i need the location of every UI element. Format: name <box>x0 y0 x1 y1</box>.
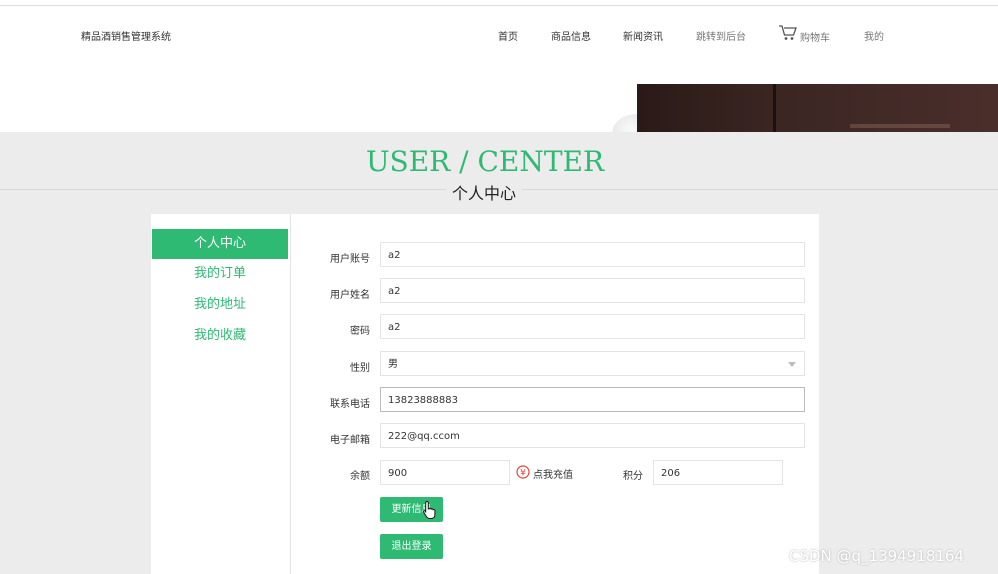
cart-icon <box>778 24 798 44</box>
phone-input[interactable]: 13823888883 <box>380 387 805 412</box>
phone-label: 联系电话 <box>330 399 370 410</box>
sidebar-item-favorites[interactable]: 我的收藏 <box>152 321 288 351</box>
cart-label: 购物车 <box>800 33 830 44</box>
password-label: 密码 <box>350 326 370 337</box>
recharge-link[interactable]: ¥ 点我充值 <box>516 465 573 482</box>
sidebar-item-orders[interactable]: 我的订单 <box>152 259 288 289</box>
name-input[interactable]: a2 <box>380 278 805 303</box>
email-input[interactable]: 222@qq.ccom <box>380 423 805 448</box>
recharge-label: 点我充值 <box>533 470 573 481</box>
top-border <box>0 5 998 6</box>
nav-products[interactable]: 商品信息 <box>551 28 591 43</box>
points-input[interactable]: 206 <box>653 460 783 485</box>
sidebar-item-address[interactable]: 我的地址 <box>152 290 288 320</box>
svg-text:¥: ¥ <box>520 469 526 479</box>
nav-news[interactable]: 新闻资讯 <box>623 28 663 43</box>
sidebar-item-profile[interactable]: 个人中心 <box>152 229 288 259</box>
name-label: 用户姓名 <box>330 290 370 301</box>
nav-mine[interactable]: 我的 <box>864 28 884 43</box>
section-title-cn: 个人中心 <box>446 180 523 204</box>
gender-label: 性别 <box>350 363 370 374</box>
nav-admin[interactable]: 跳转到后台 <box>696 28 746 43</box>
password-input[interactable]: a2 <box>380 314 805 339</box>
gender-select[interactable]: 男 <box>380 351 805 376</box>
nav-cart[interactable]: 购物车 <box>778 24 830 44</box>
chevron-down-icon <box>788 362 796 367</box>
gender-value: 男 <box>388 359 398 370</box>
site-brand[interactable]: 精品酒销售管理系统 <box>81 28 171 43</box>
points-label: 积分 <box>623 471 643 482</box>
yen-icon: ¥ <box>516 465 530 482</box>
balance-input[interactable]: 900 <box>380 460 510 485</box>
section-title-en: USER / CENTER <box>365 145 605 178</box>
balance-label: 余额 <box>350 471 370 482</box>
account-label: 用户账号 <box>330 254 370 265</box>
nav-home[interactable]: 首页 <box>498 28 518 43</box>
email-label: 电子邮箱 <box>330 435 370 446</box>
account-input[interactable]: a2 <box>380 242 805 267</box>
hand-cursor-icon <box>422 500 438 524</box>
logout-button[interactable]: 退出登录 <box>380 534 443 559</box>
watermark: CSDN @q_1394918164 <box>789 547 964 565</box>
banner-image <box>0 62 998 132</box>
